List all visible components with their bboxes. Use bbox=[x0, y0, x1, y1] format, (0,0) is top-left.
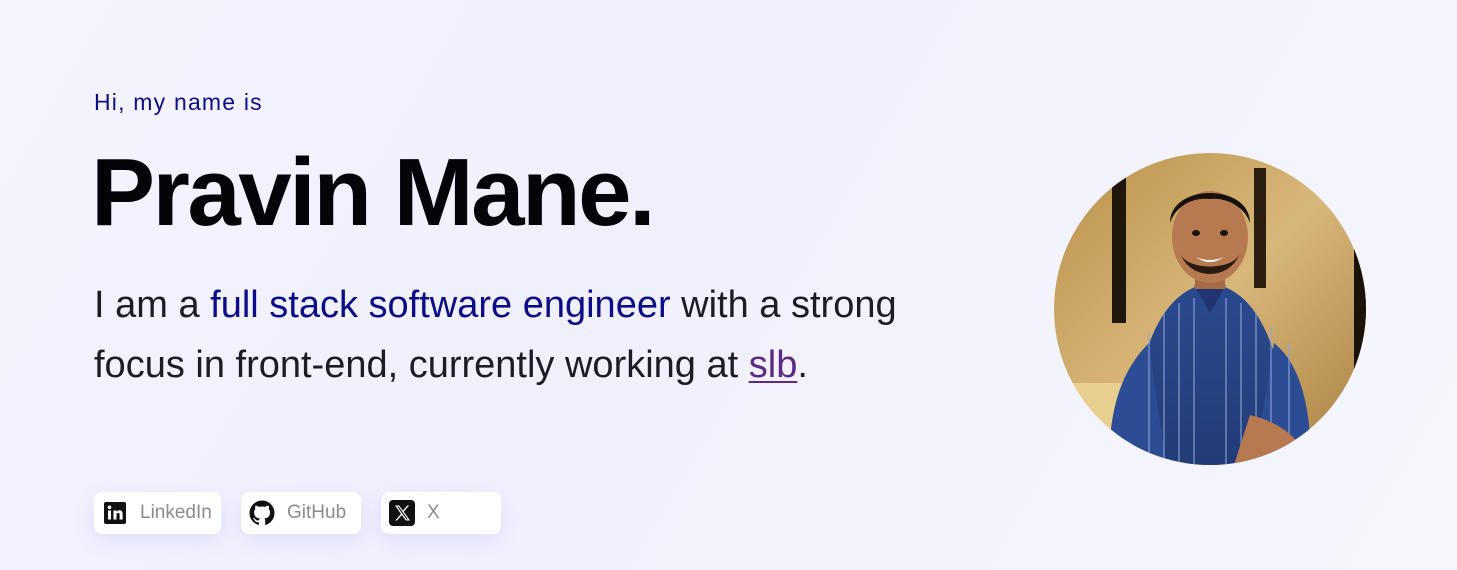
social-links: LinkedIn GitHub X bbox=[94, 492, 501, 534]
role-highlight: full stack software engineer bbox=[210, 284, 671, 326]
x-icon bbox=[389, 500, 415, 526]
intro-text-start: I am a bbox=[94, 284, 211, 326]
intro-paragraph: I am a full stack software engineer with… bbox=[94, 275, 914, 395]
github-icon bbox=[249, 500, 275, 526]
page-title: Pravin Mane. bbox=[91, 139, 656, 246]
avatar bbox=[1054, 153, 1366, 465]
github-button[interactable]: GitHub bbox=[241, 492, 361, 534]
linkedin-icon bbox=[102, 500, 128, 526]
linkedin-button[interactable]: LinkedIn bbox=[94, 492, 221, 534]
x-label: X bbox=[427, 502, 440, 523]
github-label: GitHub bbox=[287, 502, 347, 523]
profile-photo bbox=[1054, 153, 1366, 465]
intro-text-end: . bbox=[797, 344, 808, 386]
company-link[interactable]: slb bbox=[749, 344, 798, 386]
linkedin-label: LinkedIn bbox=[140, 502, 212, 523]
greeting-text: Hi, my name is bbox=[94, 89, 263, 115]
x-button[interactable]: X bbox=[381, 492, 501, 534]
